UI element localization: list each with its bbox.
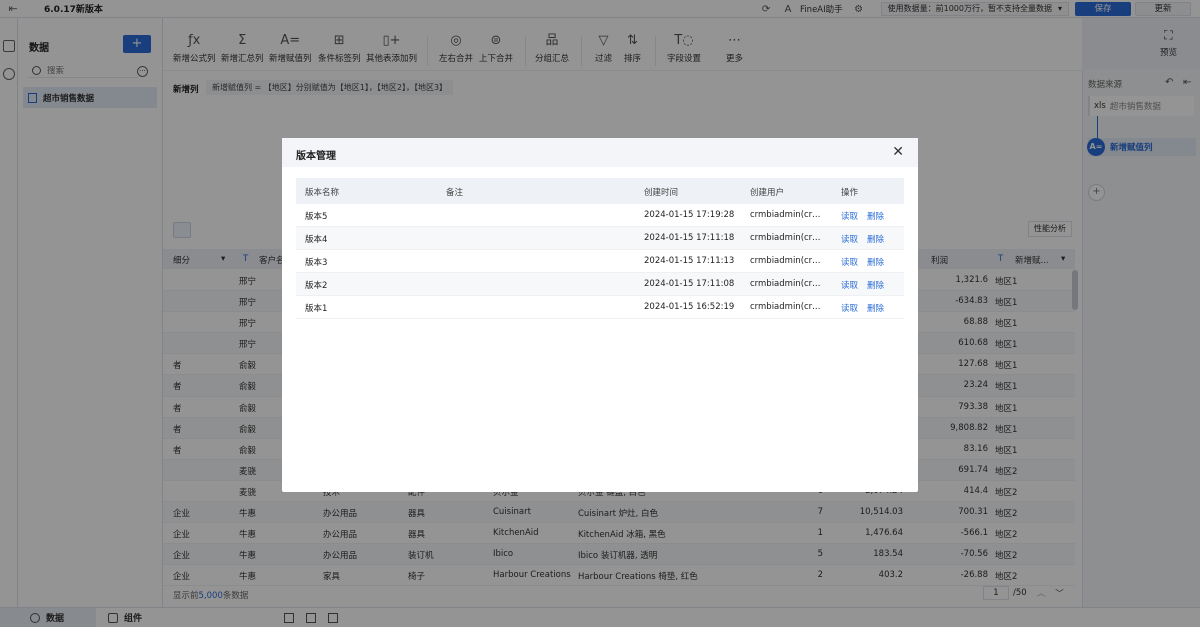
version-table-body: 版本5 2024-01-15 17:19:28 crmbiadmin(crmb...…	[296, 204, 904, 319]
column-header: 创建时间	[644, 188, 679, 198]
version-created-user: crmbiadmin(crmb...	[750, 256, 828, 266]
version-row: 版本5 2024-01-15 17:19:28 crmbiadmin(crmb...…	[296, 204, 904, 227]
column-header: 备注	[446, 188, 464, 198]
delete-version-link[interactable]: 删除	[867, 233, 884, 245]
version-created-user: crmbiadmin(crmb...	[750, 302, 828, 312]
read-version-link[interactable]: 读取	[841, 256, 858, 268]
version-management-dialog: 版本管理 ✕ 版本名称 备注 创建时间 创建用户 操作 版本5 2024-01-1…	[282, 138, 918, 492]
version-name: 版本5	[305, 212, 328, 222]
delete-version-link[interactable]: 删除	[867, 302, 884, 314]
read-version-link[interactable]: 读取	[841, 210, 858, 222]
version-name: 版本2	[305, 281, 328, 291]
version-created-time: 2024-01-15 17:19:28	[644, 210, 735, 220]
version-created-user: crmbiadmin(crmb...	[750, 233, 828, 243]
version-name: 版本1	[305, 304, 328, 314]
delete-version-link[interactable]: 删除	[867, 256, 884, 268]
read-version-link[interactable]: 读取	[841, 233, 858, 245]
dialog-title: 版本管理	[296, 151, 336, 162]
column-header: 创建用户	[750, 188, 785, 198]
version-created-user: crmbiadmin(crmb...	[750, 210, 828, 220]
version-row: 版本3 2024-01-15 17:11:13 crmbiadmin(crmb...…	[296, 250, 904, 273]
version-table-header: 版本名称 备注 创建时间 创建用户 操作	[296, 178, 904, 204]
version-row: 版本2 2024-01-15 17:11:08 crmbiadmin(crmb...…	[296, 273, 904, 296]
version-created-time: 2024-01-15 17:11:18	[644, 233, 735, 243]
dialog-header: 版本管理 ✕	[282, 138, 918, 167]
version-row: 版本4 2024-01-15 17:11:18 crmbiadmin(crmb...…	[296, 227, 904, 250]
version-created-time: 2024-01-15 17:11:13	[644, 256, 735, 266]
version-name: 版本3	[305, 258, 328, 268]
version-created-time: 2024-01-15 16:52:19	[644, 302, 735, 312]
version-created-user: crmbiadmin(crmb...	[750, 279, 828, 289]
version-created-time: 2024-01-15 17:11:08	[644, 279, 735, 289]
version-name: 版本4	[305, 235, 328, 245]
column-header: 版本名称	[305, 188, 340, 198]
read-version-link[interactable]: 读取	[841, 302, 858, 314]
version-table: 版本名称 备注 创建时间 创建用户 操作 版本5 2024-01-15 17:19…	[296, 178, 904, 319]
delete-version-link[interactable]: 删除	[867, 279, 884, 291]
version-row: 版本1 2024-01-15 16:52:19 crmbiadmin(crmb...…	[296, 296, 904, 319]
column-header: 操作	[841, 188, 859, 198]
close-icon[interactable]: ✕	[892, 144, 904, 160]
read-version-link[interactable]: 读取	[841, 279, 858, 291]
delete-version-link[interactable]: 删除	[867, 210, 884, 222]
